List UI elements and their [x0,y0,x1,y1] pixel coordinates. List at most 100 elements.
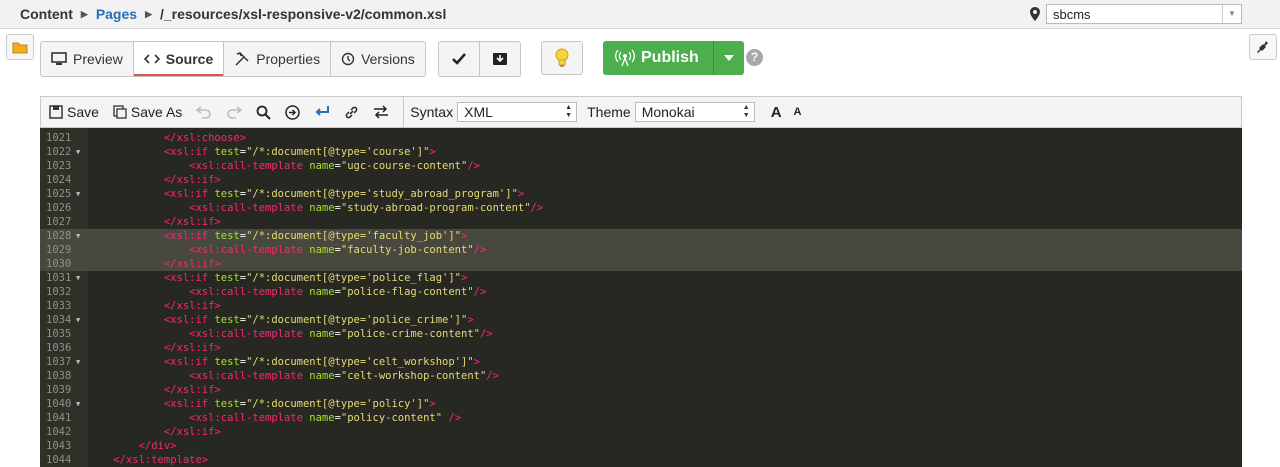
code-line: 1041 <xsl:call-template name="policy-con… [40,411,1242,425]
fold-toggle-icon[interactable]: ▼ [76,313,80,327]
code-text: </xsl:choose> [163,132,247,144]
plug-button[interactable] [1249,34,1277,60]
code-editor[interactable]: 1021 </xsl:choose> 1022 ▼ <xsl:if test="/*… [40,128,1242,467]
undo-button[interactable] [196,105,212,119]
line-number: 1026 [46,202,72,214]
history-icon [341,52,355,66]
code-line: 1027 </xsl:if> [40,215,1242,229]
workflow-buttons [438,41,521,77]
tab-preview-label: Preview [73,51,123,67]
code-line: 1033 </xsl:if> [40,299,1242,313]
save-as-button[interactable]: Save As [113,104,182,120]
line-number: 1027 [46,216,72,228]
return-arrow-icon [315,106,330,116]
tab-properties-label: Properties [256,51,321,67]
swap-button[interactable] [373,105,389,119]
tab-source-label: Source [165,51,214,67]
breadcrumb-separator-icon: ▶ [145,8,152,19]
view-tabs: Preview Source Properties Versions [40,41,426,77]
plug-icon [1257,41,1268,53]
line-number: 1044 [46,454,72,466]
code-text: <xsl:if test="/*:document[@type='study_a… [163,188,525,200]
code-text: <xsl:call-template name="police-crime-co… [189,328,493,340]
goto-line-button[interactable] [285,104,301,120]
line-number: 1021 [46,132,72,144]
link-icon [345,106,358,118]
breadcrumb-file-path: /_resources/xsl-responsive-v2/common.xsl [159,6,447,22]
code-line: 1032 <xsl:call-template name="police-fla… [40,285,1242,299]
code-icon [143,54,160,64]
code-text: <xsl:if test="/*:document[@type='policy'… [163,398,436,410]
publish-dropdown-button[interactable] [714,41,744,75]
code-text: </xsl:if> [163,258,221,270]
line-number: 1036 [46,342,72,354]
fold-toggle-icon[interactable]: ▼ [76,355,80,369]
code-line: 1044 </xsl:template> [40,453,1242,467]
breadcrumb-pages-link[interactable]: Pages [96,6,137,22]
undo-icon [196,106,212,119]
syntax-select-value: XML [464,104,493,120]
exchange-icon [374,105,389,119]
breadcrumb-content[interactable]: Content [20,6,73,22]
code-text: </xsl:if> [163,300,221,312]
hints-button[interactable] [541,41,583,75]
code-line: 1038 <xsl:call-template name="celt-works… [40,369,1242,383]
publish-button[interactable]: Publish [603,41,714,75]
code-line: 1025 ▼ <xsl:if test="/*:document[@type='s… [40,187,1242,201]
code-text: <xsl:call-template name="faculty-job-con… [189,244,487,256]
theme-select[interactable]: Monokai ▲ ▼ [634,102,755,122]
tab-properties[interactable]: Properties [224,42,332,76]
insert-link-button[interactable] [344,105,359,120]
code-text: <xsl:if test="/*:document[@type='faculty… [163,230,468,242]
code-text: <xsl:if test="/*:document[@type='police_… [163,272,468,284]
save-button[interactable]: Save [49,104,99,120]
code-line: 1035 <xsl:call-template name="police-cri… [40,327,1242,341]
code-line: 1024 </xsl:if> [40,173,1242,187]
help-icon[interactable]: ? [746,49,763,66]
code-line: 1043 </div> [40,439,1242,453]
syntax-select[interactable]: XML ▲ ▼ [457,102,578,122]
search-button[interactable] [256,105,272,120]
code-text: <xsl:call-template name="study-abroad-pr… [189,202,544,214]
fold-toggle-icon[interactable]: ▼ [76,229,80,243]
font-decrease-button[interactable]: A [794,106,802,118]
code-line: 1026 <xsl:call-template name="study-abro… [40,201,1242,215]
floppy-disk-icon [49,105,63,119]
code-text: <xsl:if test="/*:document[@type='course'… [163,146,436,158]
code-text: <xsl:call-template name="policy-content"… [189,412,462,424]
code-text: <xsl:call-template name="police-flag-con… [189,286,487,298]
wrap-toggle-button[interactable] [314,105,330,119]
fold-toggle-icon[interactable]: ▼ [76,145,80,159]
font-increase-button[interactable]: A [771,104,782,121]
line-number: 1039 [46,384,72,396]
code-text: </xsl:if> [163,426,221,438]
code-line: 1028 ▼ <xsl:if test="/*:document[@type='f… [40,229,1242,243]
code-line: 1039 </xsl:if> [40,383,1242,397]
line-number: 1030 [46,258,72,270]
folder-toggle-button[interactable] [6,34,34,60]
fold-toggle-icon[interactable]: ▼ [76,187,80,201]
breadcrumb: Content ▶ Pages ▶ /_resources/xsl-respon… [20,6,446,22]
redo-button[interactable] [226,105,243,119]
save-label: Save [67,104,99,120]
site-select[interactable]: sbcms ▼ [1046,4,1242,24]
syntax-label: Syntax [410,104,454,120]
tab-versions[interactable]: Versions [331,42,425,76]
fold-toggle-icon[interactable]: ▼ [76,397,80,411]
line-number: 1029 [46,244,72,256]
code-text: <xsl:if test="/*:document[@type='police_… [163,314,474,326]
code-text: <xsl:if test="/*:document[@type='celt_wo… [163,356,480,368]
tab-preview[interactable]: Preview [41,42,134,76]
tab-source[interactable]: Source [133,42,225,76]
line-number: 1035 [46,328,72,340]
breadcrumb-separator-icon: ▶ [80,8,88,19]
code-line: 1029 <xsl:call-template name="faculty-jo… [40,243,1242,257]
publish-button-group: Publish [603,41,744,75]
check-button[interactable] [439,42,480,76]
code-line: 1023 <xsl:call-template name="ugc-course… [40,159,1242,173]
fold-toggle-icon[interactable]: ▼ [76,271,80,285]
code-text: </xsl:if> [163,174,221,186]
tab-versions-label: Versions [361,51,415,67]
inbox-button[interactable] [480,42,520,76]
publish-label: Publish [641,49,699,66]
